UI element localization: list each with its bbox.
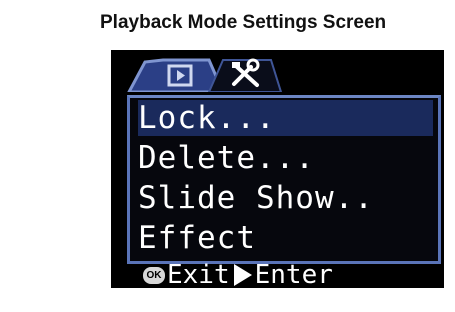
ok-button-icon: OK: [143, 266, 165, 284]
menu-item-slide-show[interactable]: Slide Show..: [138, 180, 433, 216]
tab-playback[interactable]: [127, 58, 225, 92]
menu-item-lock[interactable]: Lock...: [138, 100, 433, 136]
menu-item-delete[interactable]: Delete...: [138, 140, 433, 176]
playback-menu: Lock... Delete... Slide Show.. Effect: [127, 95, 441, 264]
tab-tools[interactable]: [207, 58, 283, 92]
mode-tab-strip: [111, 50, 444, 92]
camera-lcd-screen: Lock... Delete... Slide Show.. Effect OK…: [111, 50, 444, 288]
menu-item-label: Effect: [138, 220, 256, 256]
play-arrow-icon: [233, 264, 252, 286]
exit-hint-label: Exit: [167, 260, 230, 288]
menu-item-label: Lock...: [138, 100, 276, 136]
menu-item-label: Slide Show..: [138, 180, 374, 216]
figure-caption: Playback Mode Settings Screen: [100, 12, 387, 33]
menu-item-effect[interactable]: Effect: [138, 220, 433, 256]
button-hint-bar: OK Exit Enter: [143, 260, 443, 288]
enter-hint-label: Enter: [254, 260, 333, 288]
menu-item-label: Delete...: [138, 140, 315, 176]
